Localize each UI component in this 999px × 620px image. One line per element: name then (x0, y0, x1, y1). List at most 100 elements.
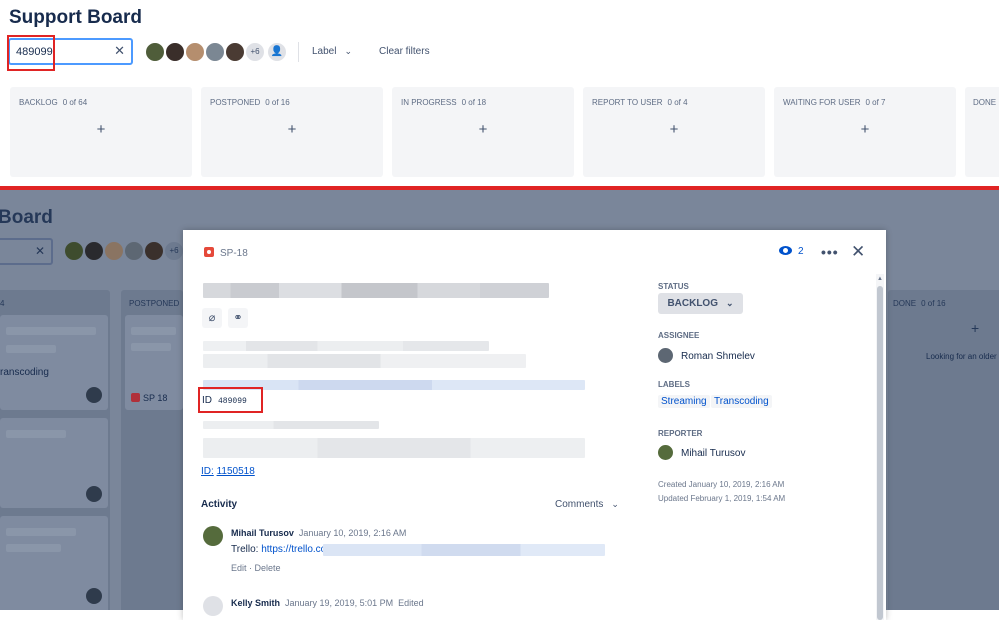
delete-comment-button[interactable]: Delete (255, 563, 281, 573)
card-label-text: ranscoding (0, 367, 49, 378)
comments-dropdown[interactable]: Comments ⌄ (555, 499, 619, 510)
add-people-icon[interactable]: 👤 (266, 41, 288, 63)
avatar (86, 486, 102, 502)
link-icon[interactable]: ⚭ (228, 308, 248, 328)
background-column-postponed: POSTPONED SP 18 (121, 290, 183, 610)
id-link-value[interactable]: 1150518 (217, 466, 255, 477)
comment-body: Trello: https://trello.co (231, 544, 327, 555)
column-count: 4 (0, 299, 5, 308)
scrollbar-thumb[interactable] (877, 286, 883, 620)
background-board-title: Board (0, 207, 53, 228)
scrollbar[interactable]: ▲ (876, 274, 884, 620)
comment-author: Mihail Turusov January 10, 2019, 2:16 AM (231, 528, 407, 538)
more-avatars-button[interactable]: +6 (244, 41, 266, 63)
clear-search-icon: ✕ (34, 244, 45, 258)
watch-button[interactable]: 2 (779, 246, 804, 257)
blurred-text (6, 528, 76, 536)
column-header: WAITING FOR USER 0 of 7 (783, 98, 886, 107)
attach-icon[interactable]: ⌀ (202, 308, 222, 328)
status-dropdown[interactable]: BACKLOG ⌄ (658, 293, 743, 314)
add-card-icon[interactable]: + (479, 121, 488, 138)
updated-date: Updated February 1, 2019, 1:54 AM (658, 494, 786, 503)
labels-label: LABELS (658, 380, 690, 389)
avatar (203, 596, 223, 616)
card: SP 18 (125, 315, 183, 410)
scroll-up-icon[interactable]: ▲ (877, 276, 883, 282)
board-top-panel: Support Board 489099 ✕ +6 👤 Label ⌄ Clear… (0, 0, 999, 186)
divider (298, 42, 299, 62)
column-waiting-for-user: WAITING FOR USER 0 of 7 + (774, 87, 956, 177)
avatar (86, 588, 102, 604)
issue-title-blurred (203, 283, 549, 298)
assignee-label: ASSIGNEE (658, 331, 700, 340)
avatar[interactable] (224, 41, 246, 63)
eye-icon (779, 246, 792, 255)
bug-icon (204, 247, 214, 257)
comment-actions: Edit · Delete (231, 563, 281, 573)
add-card-icon[interactable]: + (861, 121, 870, 138)
card-key: SP 18 (131, 393, 167, 403)
more-actions-icon[interactable]: ••• (821, 244, 839, 260)
avatar[interactable] (204, 41, 226, 63)
card (0, 516, 108, 610)
chevron-down-icon: ⌄ (611, 499, 619, 509)
bug-icon (131, 393, 140, 402)
avatar (83, 240, 105, 262)
id-link-row: ID: 1150518 (201, 466, 255, 477)
add-card-icon[interactable]: + (670, 121, 679, 138)
card: ranscoding (0, 315, 108, 410)
close-icon[interactable]: ✕ (851, 242, 865, 262)
avatar (86, 387, 102, 403)
id-link-label[interactable]: ID: (201, 466, 214, 477)
activity-heading: Activity (201, 499, 238, 510)
column-postponed: POSTPONED 0 of 16 + (201, 87, 383, 177)
reporter-label: REPORTER (658, 429, 703, 438)
label-tag[interactable]: Streaming (658, 395, 710, 408)
blurred-text (6, 430, 66, 438)
status-label: STATUS (658, 282, 689, 291)
avatar[interactable] (184, 41, 206, 63)
chevron-down-icon: ⌄ (344, 46, 353, 56)
blurred-text (131, 343, 171, 351)
avatar (63, 240, 85, 262)
avatar (103, 240, 125, 262)
comment-link[interactable]: https://trello.co (261, 544, 326, 555)
column-done: DONE (965, 87, 999, 177)
column-header: POSTPONED (129, 299, 180, 308)
comment-link-blurred (323, 544, 605, 556)
column-header: IN PROGRESS 0 of 18 (401, 98, 487, 107)
avatar[interactable] (164, 41, 186, 63)
page-title: Support Board (9, 7, 142, 28)
column-header: BACKLOG 0 of 64 (19, 98, 88, 107)
chevron-down-icon: ⌄ (726, 298, 734, 308)
add-card-icon[interactable]: + (288, 121, 297, 138)
column-backlog: BACKLOG 0 of 64 + (10, 87, 192, 177)
avatar (143, 240, 165, 262)
clear-filters-button[interactable]: Clear filters (379, 46, 430, 57)
column-header: REPORT TO USER 0 of 4 (592, 98, 688, 107)
description-blurred (203, 438, 585, 458)
clear-search-icon[interactable]: ✕ (114, 43, 125, 59)
avatar (658, 445, 673, 460)
created-date: Created January 10, 2019, 2:16 AM (658, 480, 785, 489)
avatar[interactable] (144, 41, 166, 63)
assignee-field[interactable]: Roman Shmelev (658, 348, 755, 363)
label-filter-dropdown[interactable]: Label ⌄ (312, 46, 352, 57)
description-blurred (203, 341, 489, 351)
background-column-done: DONE 0 of 16 + Looking for an older (888, 290, 999, 610)
highlight-box-id (198, 387, 263, 413)
avatar (123, 240, 145, 262)
column-header: DONE 0 of 16 (893, 299, 946, 308)
column-in-progress: IN PROGRESS 0 of 18 + (392, 87, 574, 177)
issue-key[interactable]: SP-18 (204, 247, 248, 259)
avatar (203, 526, 223, 546)
background-column-backlog: 4 ranscoding (0, 290, 110, 610)
reporter-field[interactable]: Mihail Turusov (658, 445, 745, 460)
issue-detail-modal: SP-18 2 ••• ✕ ⌀ ⚭ ID 489099 ID: 1150518 A… (183, 230, 886, 620)
edit-comment-button[interactable]: Edit (231, 563, 247, 573)
add-card-icon[interactable]: + (97, 121, 106, 138)
card (0, 418, 108, 508)
avatar (658, 348, 673, 363)
description-blurred (203, 421, 379, 429)
label-tag[interactable]: Transcoding (711, 395, 772, 408)
